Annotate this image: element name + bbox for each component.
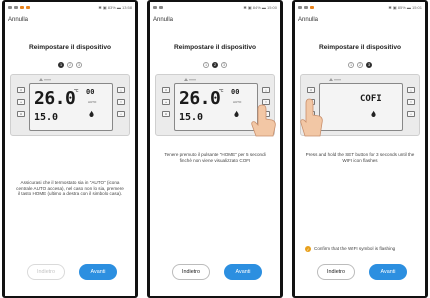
app-screen: ✱ ▣ 83% ▬ 13:58 Annulla Reimpostare il d… [5,2,135,296]
phone-screen-step-2: ✱ ▣ 84% ▬ 15:00 Annulla Reimpostare il d… [147,0,283,298]
instruction-text: Assicurasi che il termostato sia in "AUT… [16,180,124,197]
flame-icon [89,110,94,117]
mode-indicator: AUTO [88,100,97,104]
step-dot-3: 3 [221,62,227,68]
notification-icon [26,5,30,9]
mode-button-icon: ≡ [162,99,170,105]
instruction-text: Tenere premuto il pulsante "HOME" per 5 … [164,152,266,163]
power-button-icon: ⏻ [162,87,170,93]
step-dot-2: 2 [212,62,218,68]
up-button-icon: △ [262,87,270,93]
set-button-icon: ⚙ [162,111,170,117]
down-button-icon: ▽ [117,99,125,105]
instruction-text: Press and hold the SET button for 3 seco… [305,152,415,163]
time-readout: 00 [231,88,240,96]
hand-pointer-icon [251,104,276,137]
status-icons-left [153,5,163,9]
thermostat-illustration: ⏻ ≡ ⚙ △ ▽ ⌂ 26.0 ℃ 00 AUTO 15.0 [10,74,130,136]
time-readout: 00 [86,88,95,96]
hand-pointer-icon [300,98,323,137]
temperature-unit: ℃ [74,88,79,93]
cofi-readout: COFI [360,94,382,104]
cancel-link[interactable]: Annulla [295,14,425,26]
step-indicator: 1 2 3 [5,62,135,68]
lcd-display: COFI [319,83,403,131]
power-button-icon: ⏻ [307,87,315,93]
step-indicator: 1 2 3 [150,62,280,68]
down-button-icon: ▽ [407,99,415,105]
wifi-status-icon [159,5,163,9]
current-temperature: 26.0 [34,88,76,109]
status-text: ✱ ▣ 85% ▬ 15:01 [388,4,422,10]
status-icons-left [8,5,30,9]
check-icon[interactable]: ✓ [305,246,311,252]
signal-icon [8,5,12,9]
temperature-unit: ℃ [219,88,224,93]
flame-icon [234,110,239,117]
set-temperature: 15.0 [34,112,59,123]
back-button[interactable]: Indietro [27,264,65,280]
lcd-display: 26.0 ℃ 00 AUTO 15.0 [29,83,113,131]
status-icons-left [298,5,314,9]
back-button[interactable]: Indietro [317,264,355,280]
cancel-link[interactable]: Annulla [150,14,280,26]
home-button-icon: ⌂ [117,111,125,117]
app-screen: ✱ ▣ 85% ▬ 15:01 Annulla Reimpostare il d… [295,2,425,296]
confirm-checkbox-row[interactable]: ✓ Confirm that the WIFI symbol is flashi… [305,246,417,252]
next-button[interactable]: Avanti [369,264,407,280]
signal-icon [298,5,302,9]
wifi-status-icon [304,5,308,9]
cancel-link[interactable]: Annulla [5,14,135,26]
power-button-icon: ⏻ [17,87,25,93]
step-dot-1: 1 [348,62,354,68]
up-button-icon: △ [117,87,125,93]
signal-icon [153,5,157,9]
step-dot-1: 1 [58,62,64,68]
next-button[interactable]: Avanti [224,264,262,280]
notification-icon [310,5,314,9]
back-button[interactable]: Indietro [172,264,210,280]
wifi-status-icon [14,5,18,9]
mode-button-icon: ≡ [17,99,25,105]
thermostat-illustration: ⏻ ≡ ⚙ △ ▽ ⌂ COFI [300,74,420,137]
notification-icon [20,5,24,9]
lcd-display: 26.0 ℃ 00 AUTO 15.0 [174,83,258,131]
page-title: Reimpostare il dispositivo [318,44,402,51]
up-button-icon: △ [407,87,415,93]
mode-indicator: AUTO [233,100,242,104]
set-temperature: 15.0 [179,112,204,123]
thermostat-illustration: ⏻ ≡ ⚙ △ ▽ ⌂ 26.0 ℃ 00 AUTO 15.0 [155,74,276,137]
step-indicator: 1 2 3 [295,62,425,68]
page-title: Reimpostare il dispositivo [173,44,257,51]
next-button[interactable]: Avanti [79,264,117,280]
phone-screen-step-1: ✱ ▣ 83% ▬ 13:58 Annulla Reimpostare il d… [2,0,138,298]
status-bar: ✱ ▣ 85% ▬ 15:01 [295,2,425,12]
step-dot-3: 3 [366,62,372,68]
step-dot-2: 2 [357,62,363,68]
status-bar: ✱ ▣ 84% ▬ 15:00 [150,2,280,12]
confirm-label: Confirm that the WIFI symbol is flashing [314,246,396,251]
current-temperature: 26.0 [179,88,221,109]
status-bar: ✱ ▣ 83% ▬ 13:58 [5,2,135,12]
status-text: ✱ ▣ 84% ▬ 15:00 [243,4,277,10]
page-title: Reimpostare il dispositivo [28,44,112,51]
home-button-icon: ⌂ [407,111,415,117]
flame-icon [371,110,376,117]
phone-screen-step-3: ✱ ▣ 85% ▬ 15:01 Annulla Reimpostare il d… [292,0,428,298]
app-screen: ✱ ▣ 84% ▬ 15:00 Annulla Reimpostare il d… [150,2,280,296]
status-text: ✱ ▣ 83% ▬ 13:58 [98,4,132,10]
step-dot-2: 2 [67,62,73,68]
step-dot-1: 1 [203,62,209,68]
step-dot-3: 3 [76,62,82,68]
set-button-icon: ⚙ [17,111,25,117]
